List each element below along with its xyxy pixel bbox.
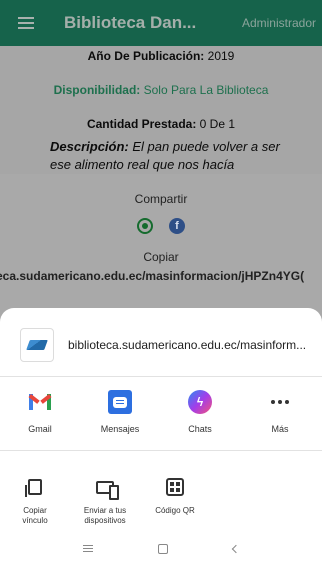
share-title: Compartir	[134, 192, 188, 206]
facebook-icon[interactable]: f	[169, 218, 185, 234]
share-target-label: Gmail	[28, 424, 52, 434]
recent-apps-icon[interactable]	[82, 545, 93, 552]
share-target-label: Chats	[188, 424, 212, 434]
action-label-line1: Código QR	[155, 506, 195, 515]
messages-icon	[108, 390, 132, 414]
action-label: Copiar vínculo	[22, 506, 47, 526]
share-target-more[interactable]: Más	[240, 390, 320, 434]
system-nav-bar	[0, 534, 322, 563]
back-icon[interactable]	[232, 544, 241, 553]
copy-link-action[interactable]: Copiar vínculo	[0, 476, 70, 526]
action-label-line1: Enviar a tus	[83, 506, 127, 515]
action-label: Código QR	[155, 506, 195, 516]
qr-code-action[interactable]: Código QR	[140, 476, 210, 526]
gmail-icon	[28, 390, 52, 414]
share-icons: f	[0, 218, 322, 234]
copy-icon	[24, 476, 46, 498]
share-target-label: Más	[271, 424, 289, 434]
share-actions: Copiar vínculo Enviar a tus dispositivos…	[0, 476, 322, 526]
messenger-icon: ϟ	[188, 390, 212, 414]
share-url: eca.sudamericano.edu.ec/masinformacion/j…	[0, 269, 305, 283]
action-label-line1: Copiar	[23, 506, 47, 515]
shared-link-row: biblioteca.sudamericano.edu.ec/masinform…	[0, 320, 322, 370]
share-targets: Gmail Mensajes ϟ Chats Más	[0, 390, 322, 434]
whatsapp-icon[interactable]	[137, 218, 153, 234]
action-label: Enviar a tus dispositivos	[84, 506, 126, 526]
shared-link-text: biblioteca.sudamericano.edu.ec/masinform…	[68, 338, 307, 352]
share-target-chats[interactable]: ϟ Chats	[160, 390, 240, 434]
share-sheet: biblioteca.sudamericano.edu.ec/masinform…	[0, 308, 322, 563]
divider	[0, 376, 322, 377]
copy-link-label[interactable]: Copiar	[0, 250, 322, 264]
more-icon	[268, 390, 292, 414]
share-target-gmail[interactable]: Gmail	[0, 390, 80, 434]
divider	[0, 450, 322, 451]
action-label-line2: vínculo	[22, 516, 48, 525]
qr-code-icon	[164, 476, 186, 498]
action-label-line2: dispositivos	[84, 516, 126, 525]
send-to-devices-action[interactable]: Enviar a tus dispositivos	[70, 476, 140, 526]
share-target-label: Mensajes	[100, 424, 140, 434]
site-favicon-icon	[20, 328, 54, 362]
devices-icon	[94, 476, 119, 500]
home-icon[interactable]	[157, 543, 168, 554]
share-target-messages[interactable]: Mensajes	[80, 390, 160, 434]
